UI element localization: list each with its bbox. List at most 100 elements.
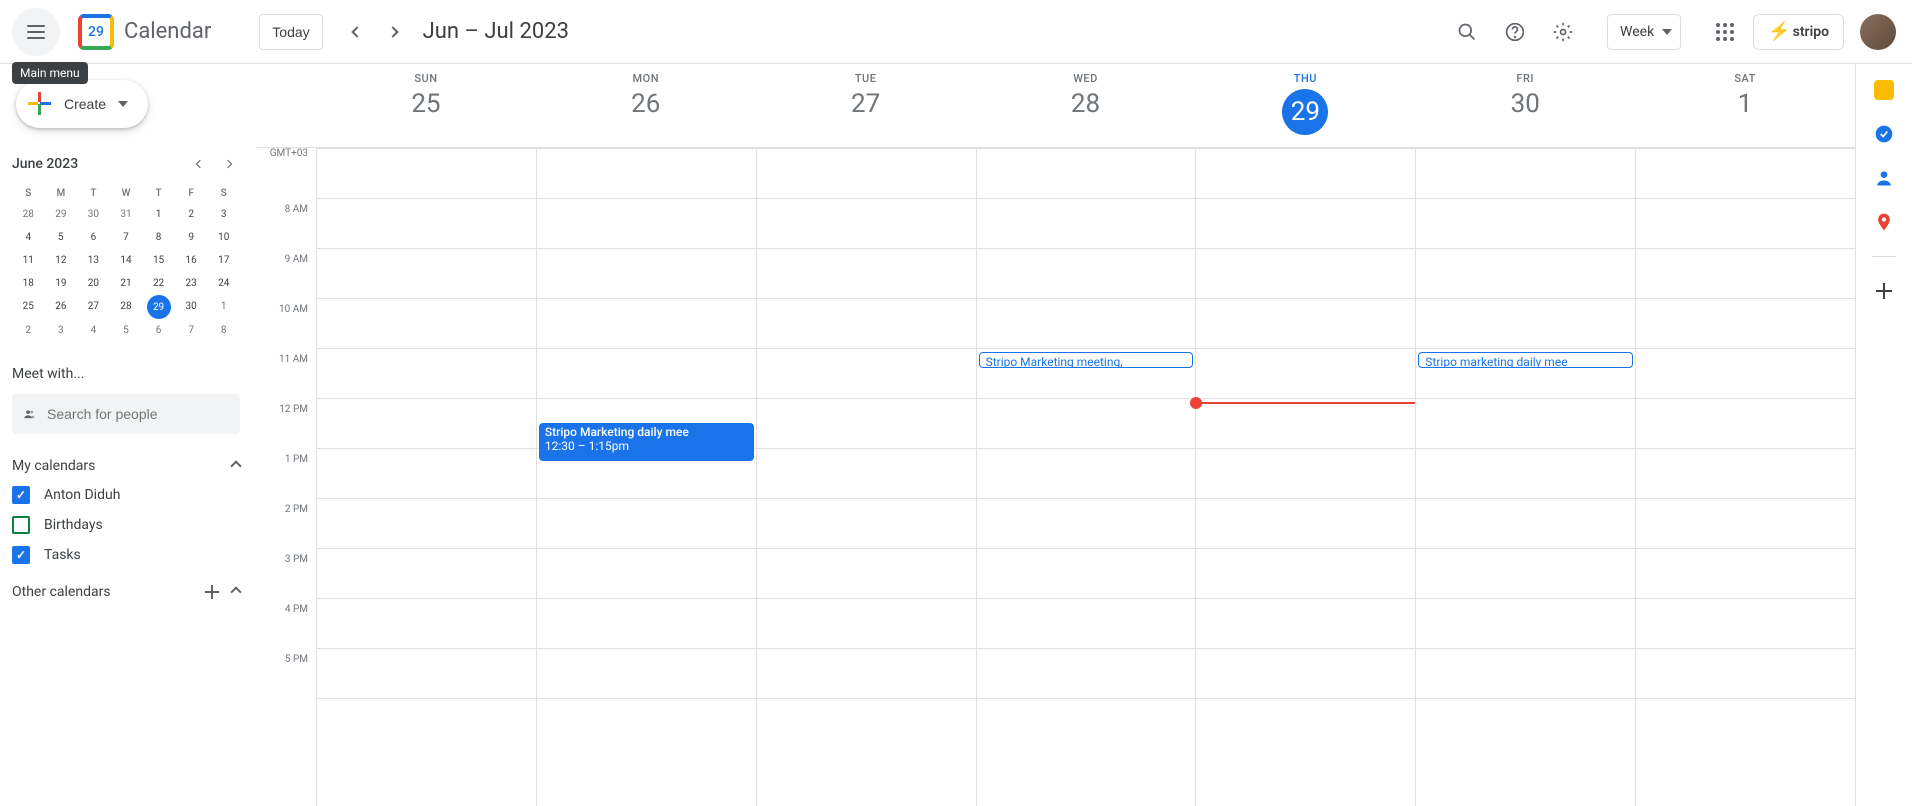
calendar-event[interactable]: Stripo Marketing meeting, bbox=[979, 352, 1194, 368]
mini-day[interactable]: 14 bbox=[110, 249, 143, 272]
mini-day[interactable]: 29 bbox=[45, 203, 78, 226]
mini-day[interactable]: 5 bbox=[110, 319, 143, 342]
mini-day[interactable]: 26 bbox=[45, 295, 78, 319]
mini-day[interactable]: 12 bbox=[45, 249, 78, 272]
settings-button[interactable] bbox=[1543, 12, 1583, 52]
mini-day[interactable]: 30 bbox=[77, 203, 110, 226]
mini-day[interactable]: 17 bbox=[207, 249, 240, 272]
mini-day[interactable]: 2 bbox=[12, 319, 45, 342]
mini-day[interactable]: 7 bbox=[110, 226, 143, 249]
keep-icon[interactable] bbox=[1874, 80, 1894, 100]
search-people-input[interactable] bbox=[47, 406, 228, 422]
day-header[interactable]: WED28 bbox=[976, 64, 1196, 147]
day-header[interactable]: MON26 bbox=[536, 64, 756, 147]
mini-day[interactable]: 23 bbox=[175, 272, 208, 295]
time-grid[interactable]: GMT+03 8 AM9 AM10 AM11 AM12 PM1 PM2 PM3 … bbox=[256, 148, 1855, 806]
mini-day[interactable]: 28 bbox=[12, 203, 45, 226]
day-column[interactable]: Stripo Marketing meeting, bbox=[976, 148, 1196, 806]
day-of-week: FRI bbox=[1415, 72, 1635, 85]
now-indicator bbox=[1196, 402, 1415, 404]
contacts-icon[interactable] bbox=[1874, 168, 1894, 188]
mini-day[interactable]: 22 bbox=[142, 272, 175, 295]
search-people-box[interactable] bbox=[12, 394, 240, 434]
day-number: 26 bbox=[536, 89, 756, 119]
day-header[interactable]: TUE27 bbox=[756, 64, 976, 147]
today-button[interactable]: Today bbox=[259, 14, 322, 50]
day-header[interactable]: FRI30 bbox=[1415, 64, 1635, 147]
day-column[interactable]: Stripo Marketing daily mee12:30 – 1:15pm bbox=[536, 148, 756, 806]
mini-day[interactable]: 4 bbox=[12, 226, 45, 249]
mini-day[interactable]: 28 bbox=[110, 295, 143, 319]
mini-dow: W bbox=[110, 184, 143, 203]
stripo-extension-button[interactable]: ⚡ stripo bbox=[1753, 14, 1844, 50]
mini-day[interactable]: 1 bbox=[142, 203, 175, 226]
mini-day[interactable]: 1 bbox=[207, 295, 240, 319]
mini-day[interactable]: 25 bbox=[12, 295, 45, 319]
time-label: 3 PM bbox=[256, 554, 316, 604]
prev-week-button[interactable] bbox=[339, 14, 375, 50]
day-header[interactable]: SUN25 bbox=[316, 64, 536, 147]
calendar-item[interactable]: Tasks bbox=[12, 546, 240, 564]
mini-day[interactable]: 18 bbox=[12, 272, 45, 295]
main-menu-button[interactable] bbox=[12, 8, 60, 56]
mini-day[interactable]: 20 bbox=[77, 272, 110, 295]
mini-day[interactable]: 8 bbox=[207, 319, 240, 342]
help-button[interactable] bbox=[1495, 12, 1535, 52]
mini-day[interactable]: 31 bbox=[110, 203, 143, 226]
mini-day[interactable]: 4 bbox=[77, 319, 110, 342]
mini-day[interactable]: 3 bbox=[207, 203, 240, 226]
day-header[interactable]: SAT1 bbox=[1635, 64, 1855, 147]
search-button[interactable] bbox=[1447, 12, 1487, 52]
mini-day[interactable]: 5 bbox=[45, 226, 78, 249]
day-column[interactable] bbox=[1635, 148, 1855, 806]
mini-day[interactable]: 29 bbox=[147, 295, 171, 319]
day-header[interactable]: THU29 bbox=[1195, 64, 1415, 147]
stripo-label: stripo bbox=[1793, 25, 1829, 39]
mini-day[interactable]: 11 bbox=[12, 249, 45, 272]
chevron-up-icon[interactable] bbox=[230, 460, 241, 471]
day-column[interactable]: Stripo marketing daily mee bbox=[1415, 148, 1635, 806]
calendar-checkbox[interactable] bbox=[12, 516, 30, 534]
calendar-checkbox[interactable] bbox=[12, 486, 30, 504]
add-calendar-button[interactable] bbox=[204, 584, 220, 600]
mini-day[interactable]: 30 bbox=[175, 295, 208, 319]
day-column[interactable] bbox=[1195, 148, 1415, 806]
mini-day[interactable]: 27 bbox=[77, 295, 110, 319]
mini-day[interactable]: 6 bbox=[77, 226, 110, 249]
mini-day[interactable]: 9 bbox=[175, 226, 208, 249]
time-label: 9 AM bbox=[256, 254, 316, 304]
mini-day[interactable]: 21 bbox=[110, 272, 143, 295]
maps-icon[interactable] bbox=[1874, 212, 1894, 232]
mini-day[interactable]: 10 bbox=[207, 226, 240, 249]
day-column[interactable] bbox=[316, 148, 536, 806]
tasks-icon[interactable] bbox=[1874, 124, 1894, 144]
mini-prev-month[interactable] bbox=[188, 152, 212, 176]
mini-day[interactable]: 8 bbox=[142, 226, 175, 249]
chevron-left-icon bbox=[196, 160, 204, 168]
google-apps-button[interactable] bbox=[1705, 12, 1745, 52]
mini-day[interactable]: 7 bbox=[175, 319, 208, 342]
mini-day[interactable]: 2 bbox=[175, 203, 208, 226]
day-column[interactable] bbox=[756, 148, 976, 806]
mini-day[interactable]: 6 bbox=[142, 319, 175, 342]
mini-day[interactable]: 15 bbox=[142, 249, 175, 272]
mini-day[interactable]: 16 bbox=[175, 249, 208, 272]
calendar-event[interactable]: Stripo marketing daily mee bbox=[1418, 352, 1633, 368]
mini-day[interactable]: 13 bbox=[77, 249, 110, 272]
calendar-logo[interactable]: 29 bbox=[76, 12, 116, 52]
mini-next-month[interactable] bbox=[216, 152, 240, 176]
next-week-button[interactable] bbox=[375, 14, 411, 50]
mini-day[interactable]: 24 bbox=[207, 272, 240, 295]
view-selector[interactable]: Week bbox=[1607, 14, 1681, 50]
calendar-checkbox[interactable] bbox=[12, 546, 30, 564]
mini-day[interactable]: 3 bbox=[45, 319, 78, 342]
calendar-event[interactable]: Stripo Marketing daily mee12:30 – 1:15pm bbox=[539, 423, 754, 461]
mini-day[interactable]: 19 bbox=[45, 272, 78, 295]
add-panel-button[interactable] bbox=[1874, 281, 1894, 301]
create-button[interactable]: Create bbox=[16, 80, 148, 128]
calendar-item[interactable]: Birthdays bbox=[12, 516, 240, 534]
chevron-up-icon[interactable] bbox=[230, 586, 241, 597]
account-avatar[interactable] bbox=[1860, 14, 1896, 50]
calendar-item[interactable]: Anton Diduh bbox=[12, 486, 240, 504]
create-label: Create bbox=[64, 96, 106, 112]
